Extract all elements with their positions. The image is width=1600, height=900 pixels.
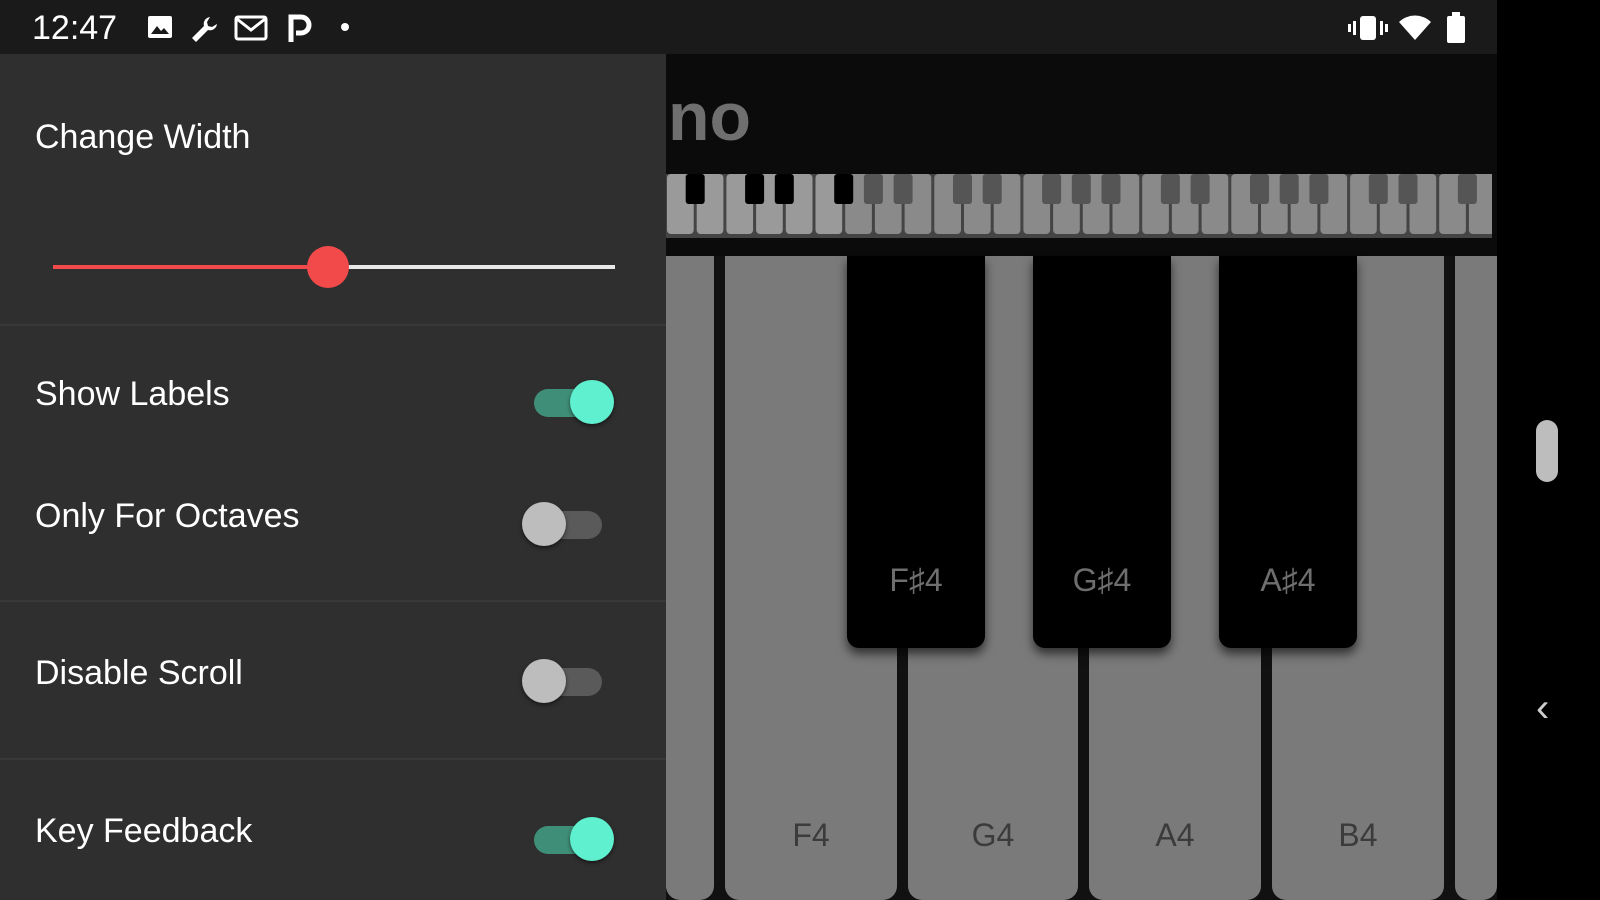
disable-scroll-label: Disable Scroll bbox=[35, 654, 243, 692]
minimap-black-key bbox=[745, 174, 765, 204]
minimap-black-key bbox=[1309, 174, 1329, 204]
slider-track-filled bbox=[53, 265, 328, 269]
minimap-black-key bbox=[893, 174, 913, 204]
slider-track-empty bbox=[328, 265, 615, 269]
edge-scroll-handle[interactable] bbox=[1536, 420, 1558, 482]
minimap-black-key bbox=[1250, 174, 1269, 204]
disable-scroll-toggle[interactable] bbox=[522, 659, 608, 703]
keyboard-minimap[interactable] bbox=[666, 174, 1492, 238]
piano-white-key[interactable] bbox=[666, 256, 714, 900]
toggle-knob bbox=[522, 659, 566, 703]
toggle-knob bbox=[570, 380, 614, 424]
toggle-knob bbox=[522, 502, 566, 546]
minimap-black-key bbox=[953, 174, 972, 204]
p-app-icon bbox=[288, 14, 312, 42]
minimap-black-key bbox=[1071, 174, 1091, 204]
wifi-icon bbox=[1399, 15, 1431, 40]
minimap-black-key bbox=[1101, 174, 1121, 204]
vibrate-icon bbox=[1348, 16, 1388, 40]
minimap-black-key bbox=[1398, 174, 1418, 204]
key-label: B4 bbox=[1338, 817, 1378, 853]
dot-icon bbox=[341, 23, 349, 31]
back-chevron-icon[interactable]: ‹ bbox=[1536, 686, 1549, 731]
toggle-knob bbox=[570, 817, 614, 861]
minimap-black-key bbox=[1368, 174, 1388, 204]
only-for-octaves-label: Only For Octaves bbox=[35, 497, 300, 535]
settings-drawer: Change Width Show Labels Only For Octave… bbox=[0, 54, 666, 900]
key-label: A♯4 bbox=[1260, 562, 1316, 598]
key-label: G4 bbox=[971, 817, 1015, 853]
show-labels-label: Show Labels bbox=[35, 375, 230, 413]
minimap-black-key bbox=[1160, 174, 1180, 204]
minimap-black-key bbox=[1042, 174, 1062, 204]
minimap-black-key bbox=[774, 174, 794, 204]
minimap-black-key bbox=[982, 174, 1002, 204]
show-labels-toggle[interactable] bbox=[528, 380, 614, 424]
slider-thumb[interactable] bbox=[307, 246, 349, 288]
minimap-black-key bbox=[1190, 174, 1210, 204]
divider bbox=[0, 600, 666, 602]
only-for-octaves-toggle[interactable] bbox=[522, 502, 608, 546]
minimap-black-key bbox=[1457, 174, 1477, 204]
minimap-black-key bbox=[863, 174, 883, 204]
app-title: no bbox=[668, 79, 752, 155]
minimap-black-key bbox=[834, 174, 854, 204]
piano-keyboard[interactable]: F4 G4 A4 B4 F♯4 G♯4 A♯4 bbox=[666, 256, 1497, 900]
divider bbox=[0, 758, 666, 760]
piano-black-key-gsharp4[interactable]: G♯4 bbox=[1033, 256, 1171, 648]
status-time: 12:47 bbox=[32, 9, 118, 47]
piano-black-key-fsharp4[interactable]: F♯4 bbox=[847, 256, 985, 648]
battery-icon bbox=[1447, 12, 1465, 43]
image-icon bbox=[148, 16, 172, 38]
key-label: F♯4 bbox=[889, 562, 943, 598]
key-label: F4 bbox=[792, 817, 830, 853]
status-bar: 12:47 bbox=[0, 0, 1497, 54]
minimap-black-key bbox=[1279, 174, 1299, 204]
piano-white-key[interactable] bbox=[1455, 256, 1497, 900]
minimap-keys bbox=[667, 174, 1492, 234]
gmail-icon bbox=[234, 15, 268, 41]
piano-black-key-asharp4[interactable]: A♯4 bbox=[1219, 256, 1357, 648]
wrench-icon bbox=[192, 17, 217, 42]
key-feedback-toggle[interactable] bbox=[528, 817, 614, 861]
key-label: G♯4 bbox=[1072, 562, 1132, 598]
minimap-black-key bbox=[685, 174, 705, 204]
divider bbox=[0, 324, 666, 326]
width-slider[interactable] bbox=[53, 246, 615, 288]
change-width-title: Change Width bbox=[35, 118, 251, 156]
key-feedback-label: Key Feedback bbox=[35, 812, 253, 850]
key-label: A4 bbox=[1155, 817, 1195, 853]
